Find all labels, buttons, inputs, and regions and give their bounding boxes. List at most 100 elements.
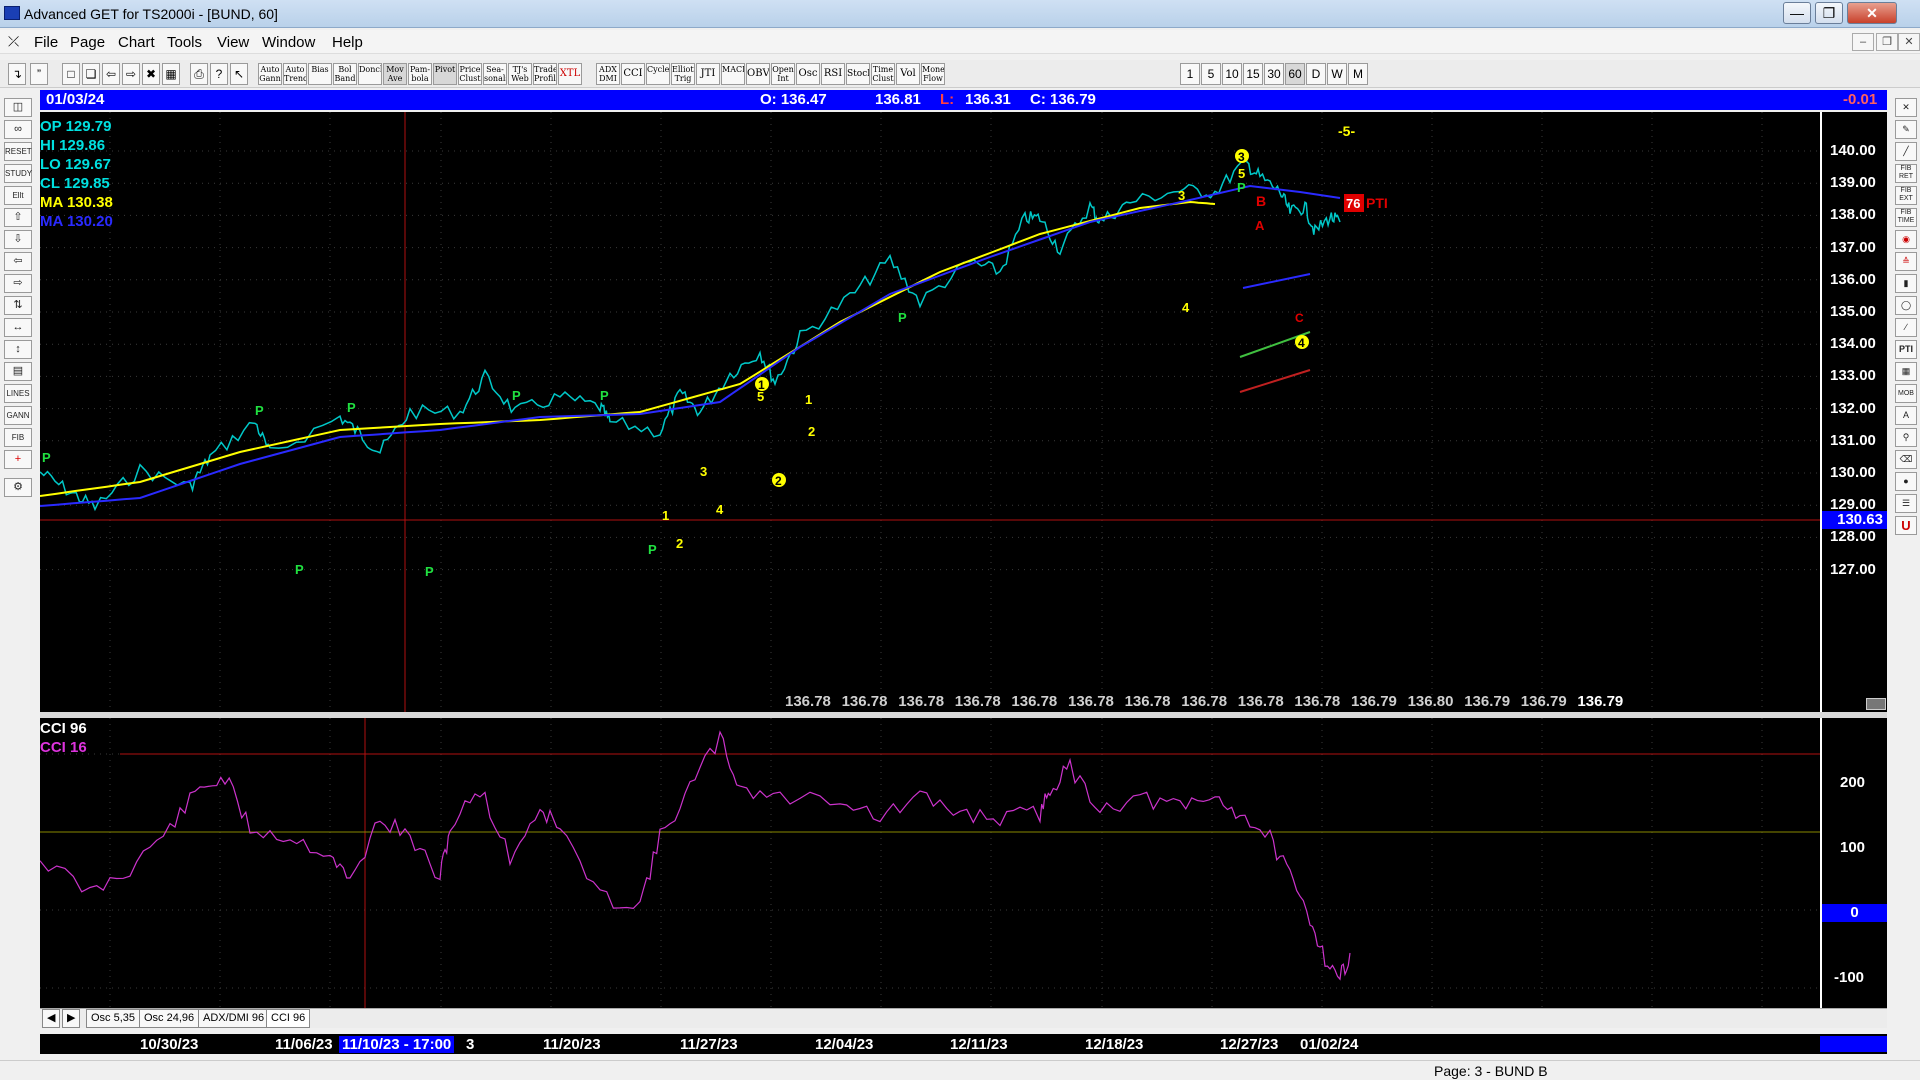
menu-chart[interactable]: Chart bbox=[118, 34, 155, 51]
fib-ret-icon[interactable]: FIB RET bbox=[1895, 164, 1917, 183]
fan-icon[interactable]: ≙ bbox=[1895, 252, 1917, 271]
elliott-icon[interactable]: Ellt bbox=[4, 186, 32, 205]
delete-icon[interactable]: ✖ bbox=[142, 63, 160, 85]
auto-trend-button[interactable]: Auto Trend bbox=[283, 63, 307, 85]
menu-help[interactable]: Help bbox=[332, 34, 363, 51]
tab-osc-24-96[interactable]: Osc 24,96 bbox=[139, 1009, 200, 1028]
interval-15-button[interactable]: 15 bbox=[1243, 63, 1263, 85]
pin-icon[interactable]: ↴ bbox=[8, 63, 26, 85]
cci-pane[interactable]: CCI 96 CCI 16 bbox=[40, 718, 1887, 1008]
macd-button[interactable]: MACD bbox=[721, 63, 745, 85]
menu-tools[interactable]: Tools bbox=[167, 34, 202, 51]
jti-button[interactable]: JTI bbox=[696, 63, 720, 85]
scale-icon[interactable] bbox=[1866, 698, 1886, 710]
pin-icon[interactable]: ⤫ bbox=[8, 33, 19, 50]
pivot-button[interactable]: Pivot bbox=[433, 63, 457, 85]
grid-icon[interactable]: ▦ bbox=[162, 63, 180, 85]
tab-osc-5-35[interactable]: Osc 5,35 bbox=[86, 1009, 141, 1028]
interval-5-button[interactable]: 5 bbox=[1201, 63, 1221, 85]
line-icon[interactable]: ╱ bbox=[1895, 142, 1917, 161]
bias-button[interactable]: Bias bbox=[308, 63, 332, 85]
mob-icon[interactable]: MOB bbox=[1895, 384, 1917, 403]
arrow-right-icon[interactable]: ⇨ bbox=[122, 63, 140, 85]
open-chart-icon[interactable]: ◫ bbox=[4, 98, 32, 117]
menu-view[interactable]: View bbox=[217, 34, 249, 51]
study-icon[interactable]: STUDY bbox=[4, 164, 32, 183]
info-icon[interactable]: ? bbox=[210, 63, 228, 85]
interval-m-button[interactable]: M bbox=[1348, 63, 1368, 85]
fib-icon[interactable]: FIB bbox=[4, 428, 32, 447]
fib-time-icon[interactable]: FIB TIME bbox=[1895, 208, 1917, 227]
stoch-button[interactable]: Stoch bbox=[846, 63, 870, 85]
arrow-left-icon[interactable]: ⇦ bbox=[4, 252, 32, 271]
interval-60-button[interactable]: 60 bbox=[1285, 63, 1305, 85]
table-icon[interactable]: ▦ bbox=[1895, 362, 1917, 381]
fib-ext-icon[interactable]: FIB EXT bbox=[1895, 186, 1917, 205]
quote-icon[interactable]: ” bbox=[30, 63, 48, 85]
price-clust-button[interactable]: Price Clust bbox=[458, 63, 482, 85]
money-flow-button[interactable]: Money Flow bbox=[921, 63, 945, 85]
arrow-up-icon[interactable]: ⇧ bbox=[4, 208, 32, 227]
donch-button[interactable]: Donch bbox=[358, 63, 382, 85]
bol-band-button[interactable]: Bol Band bbox=[333, 63, 357, 85]
open-int-button[interactable]: Open Int bbox=[771, 63, 795, 85]
mov-ave-button[interactable]: Mov Ave bbox=[383, 63, 407, 85]
interval-d-button[interactable]: D bbox=[1306, 63, 1326, 85]
interval-1-button[interactable]: 1 bbox=[1180, 63, 1200, 85]
xtl-button[interactable]: XTL bbox=[558, 63, 582, 85]
menu-window[interactable]: Window bbox=[262, 34, 315, 51]
zoom-icon[interactable]: ⚲ bbox=[1895, 428, 1917, 447]
interval-10-button[interactable]: 10 bbox=[1222, 63, 1242, 85]
copy-icon[interactable]: ❏ bbox=[82, 63, 100, 85]
interval-30-button[interactable]: 30 bbox=[1264, 63, 1284, 85]
arrow-right-icon[interactable]: ⇨ bbox=[4, 274, 32, 293]
obv-button[interactable]: OBV bbox=[746, 63, 770, 85]
cycle-icon[interactable]: ∞ bbox=[4, 120, 32, 139]
new-page-icon[interactable]: □ bbox=[62, 63, 80, 85]
ruler-icon[interactable]: ∕ bbox=[1895, 318, 1917, 337]
settings-icon[interactable]: ⚙ bbox=[4, 478, 32, 497]
mdi-close-button[interactable]: ✕ bbox=[1898, 33, 1920, 51]
list-icon[interactable]: ☰ bbox=[1895, 494, 1917, 513]
compress-icon[interactable]: ⇅ bbox=[4, 296, 32, 315]
tjs-web-button[interactable]: TJ's Web bbox=[508, 63, 532, 85]
vol-button[interactable]: Vol bbox=[896, 63, 920, 85]
pencil-icon[interactable]: ✎ bbox=[1895, 120, 1917, 139]
rsi-button[interactable]: RSI bbox=[821, 63, 845, 85]
arrow-left-icon[interactable]: ⇦ bbox=[102, 63, 120, 85]
circle-icon[interactable]: ● bbox=[1895, 472, 1917, 491]
ellipse-icon[interactable]: ◯ bbox=[1895, 296, 1917, 315]
mdi-restore-button[interactable]: ❐ bbox=[1876, 33, 1898, 51]
help-cursor-icon[interactable]: ↖ bbox=[230, 63, 248, 85]
time-clust-button[interactable]: Time Clust bbox=[871, 63, 895, 85]
menu-page[interactable]: Page bbox=[70, 34, 105, 51]
pambola-button[interactable]: Pam-bola bbox=[408, 63, 432, 85]
tab-adx-dmi-96[interactable]: ADX/DMI 96 bbox=[198, 1009, 270, 1028]
tab-cci-96[interactable]: CCI 96 bbox=[266, 1009, 311, 1028]
lines-icon[interactable]: LINES bbox=[4, 384, 32, 403]
close-button[interactable]: ✕ bbox=[1847, 2, 1897, 24]
spiral-icon[interactable]: ◉ bbox=[1895, 230, 1917, 249]
expand-horizontal-icon[interactable]: ↔ bbox=[4, 318, 32, 337]
arrow-down-icon[interactable]: ⇩ bbox=[4, 230, 32, 249]
pti-icon[interactable]: PTI bbox=[1895, 340, 1917, 359]
expand-vertical-icon[interactable]: ↕ bbox=[4, 340, 32, 359]
print-icon[interactable]: ⎙ bbox=[190, 63, 208, 85]
tab-scroll-right[interactable]: ▶ bbox=[62, 1009, 81, 1028]
menu-file[interactable]: File bbox=[34, 34, 58, 51]
reset-icon[interactable]: RESET bbox=[4, 142, 32, 161]
grid-icon[interactable]: ▤ bbox=[4, 362, 32, 381]
eraser-icon[interactable]: ⌫ bbox=[1895, 450, 1917, 469]
undo-icon[interactable]: U bbox=[1895, 516, 1917, 535]
close-x-icon[interactable]: ✕ bbox=[1895, 98, 1917, 117]
text-icon[interactable]: A bbox=[1895, 406, 1917, 425]
adx-dmi-button[interactable]: ADX DMI bbox=[596, 63, 620, 85]
auto-gann-button[interactable]: Auto Gann bbox=[258, 63, 282, 85]
mdi-minimize-button[interactable]: – bbox=[1852, 33, 1874, 51]
maximize-button[interactable]: ❐ bbox=[1815, 2, 1843, 24]
crosshair-icon[interactable]: + bbox=[4, 450, 32, 469]
cycles-button[interactable]: Cycles bbox=[646, 63, 670, 85]
channel-icon[interactable]: ▮ bbox=[1895, 274, 1917, 293]
seasonals-button[interactable]: Sea-sonals bbox=[483, 63, 507, 85]
tab-scroll-left[interactable]: ◀ bbox=[42, 1009, 61, 1028]
